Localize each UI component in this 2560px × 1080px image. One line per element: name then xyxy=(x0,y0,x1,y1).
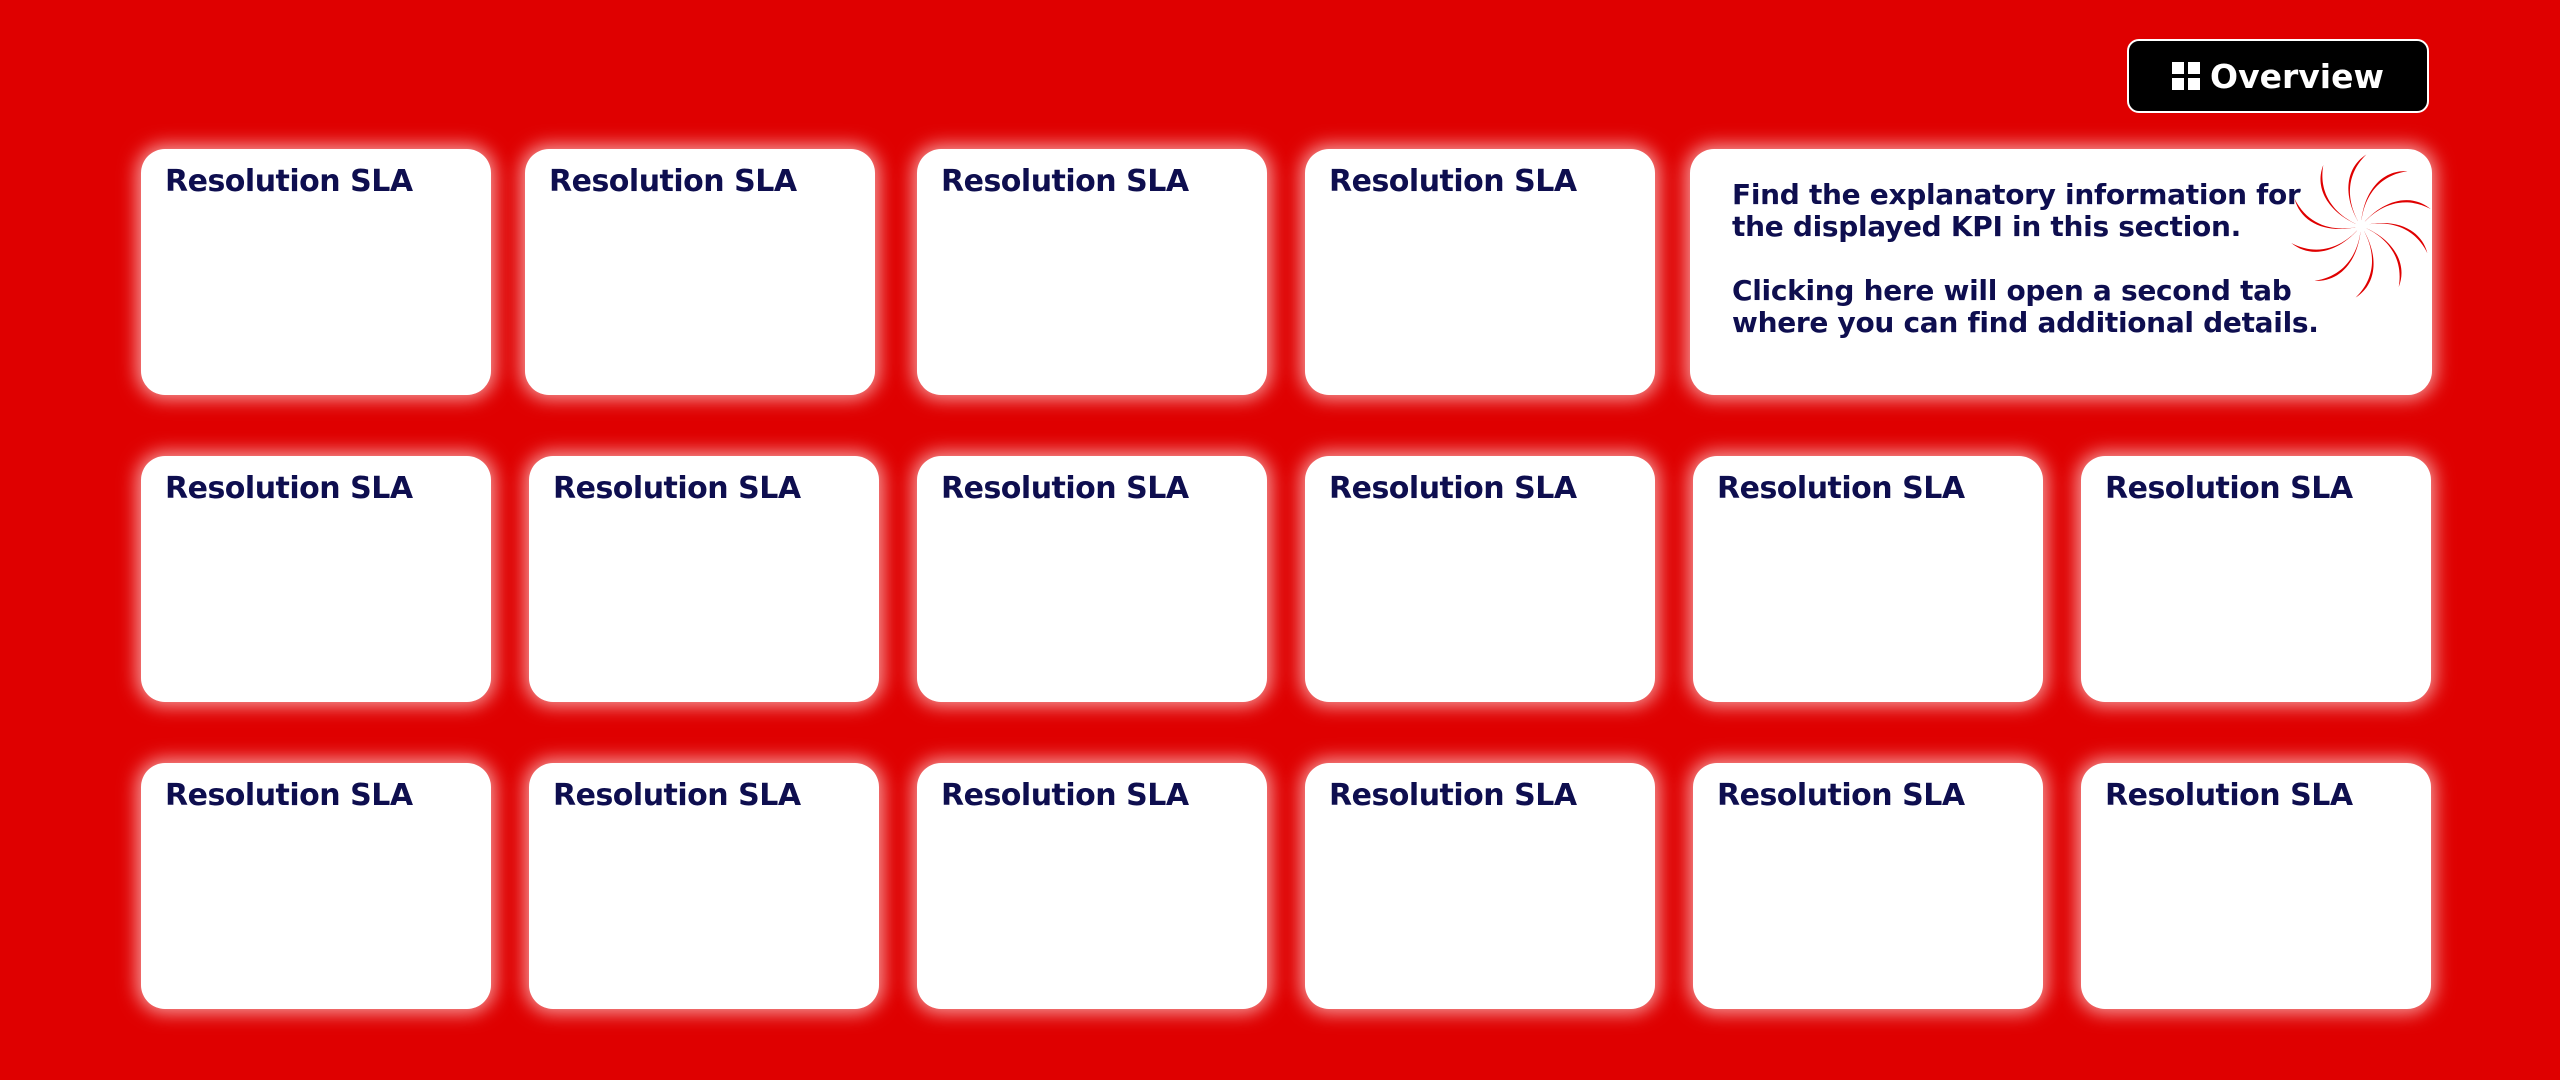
kpi-tile[interactable]: Resolution SLA xyxy=(917,456,1267,702)
info-line: where you can find additional details. xyxy=(1732,306,2319,339)
kpi-tile-title: Resolution SLA xyxy=(1329,164,1577,199)
kpi-tile-title: Resolution SLA xyxy=(941,471,1189,506)
kpi-tile[interactable]: Resolution SLA xyxy=(529,456,879,702)
kpi-tile[interactable]: Resolution SLA xyxy=(1305,763,1655,1009)
overview-button[interactable]: Overview xyxy=(2127,39,2429,113)
kpi-tile-title: Resolution SLA xyxy=(165,164,413,199)
kpi-tile[interactable]: Resolution SLA xyxy=(141,456,491,702)
kpi-tile-title: Resolution SLA xyxy=(1717,778,1965,813)
kpi-tile[interactable]: Resolution SLA xyxy=(141,149,491,395)
kpi-tile[interactable]: Resolution SLA xyxy=(1693,456,2043,702)
kpi-tile-title: Resolution SLA xyxy=(549,164,797,199)
kpi-tile-title: Resolution SLA xyxy=(1329,471,1577,506)
kpi-tile[interactable]: Resolution SLA xyxy=(2081,763,2431,1009)
info-text: Find the explanatory information for the… xyxy=(1732,179,2319,339)
kpi-tile[interactable]: Resolution SLA xyxy=(141,763,491,1009)
kpi-tile-title: Resolution SLA xyxy=(165,778,413,813)
kpi-tile-title: Resolution SLA xyxy=(2105,778,2353,813)
kpi-tile-title: Resolution SLA xyxy=(1717,471,1965,506)
kpi-tile[interactable]: Resolution SLA xyxy=(917,149,1267,395)
info-line: Find the explanatory information for xyxy=(1732,178,2301,211)
info-line: the displayed KPI in this section. xyxy=(1732,210,2241,243)
info-line: Clicking here will open a second tab xyxy=(1732,274,2292,307)
swirl-logo-icon xyxy=(2291,154,2431,298)
kpi-tile-title: Resolution SLA xyxy=(1329,778,1577,813)
kpi-tile[interactable]: Resolution SLA xyxy=(525,149,875,395)
grid-icon xyxy=(2172,62,2201,90)
kpi-tile[interactable]: Resolution SLA xyxy=(917,763,1267,1009)
kpi-tile-title: Resolution SLA xyxy=(553,471,801,506)
overview-button-label: Overview xyxy=(2210,56,2384,96)
kpi-tile[interactable]: Resolution SLA xyxy=(529,763,879,1009)
kpi-tile[interactable]: Resolution SLA xyxy=(1305,149,1655,395)
kpi-info-panel[interactable]: Find the explanatory information for the… xyxy=(1690,149,2432,395)
kpi-tile[interactable]: Resolution SLA xyxy=(1693,763,2043,1009)
kpi-tile-title: Resolution SLA xyxy=(553,778,801,813)
kpi-tile-title: Resolution SLA xyxy=(165,471,413,506)
kpi-tile-title: Resolution SLA xyxy=(2105,471,2353,506)
kpi-tile[interactable]: Resolution SLA xyxy=(1305,456,1655,702)
kpi-tile-title: Resolution SLA xyxy=(941,164,1189,199)
kpi-tile-title: Resolution SLA xyxy=(941,778,1189,813)
kpi-tile[interactable]: Resolution SLA xyxy=(2081,456,2431,702)
